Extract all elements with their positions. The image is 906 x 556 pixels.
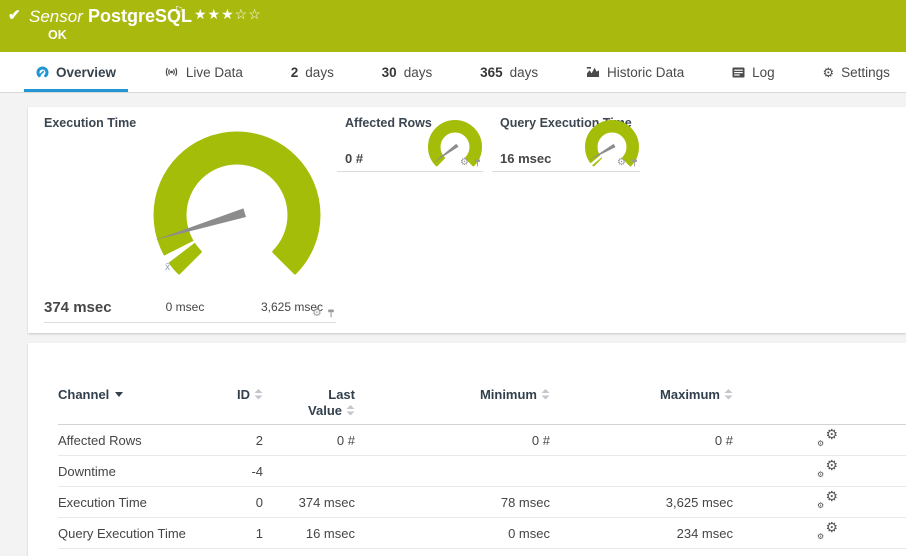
gauge-scale-min: 0 msec [165,300,205,314]
sort-icon [724,389,733,400]
channel-settings-gears-icon[interactable]: ⚙ ⚙ [817,458,838,479]
channel-id: 2 [255,432,263,448]
column-header-channel[interactable]: Channel [58,387,203,402]
channel-settings-gears-icon[interactable]: ⚙ ⚙ [817,520,838,541]
channels-panel: Channel ID Last Value Minimum Maximum Af… [28,343,906,556]
tab-label: Log [752,64,775,80]
tab-settings[interactable]: ⚙ Settings [810,52,901,92]
page-content: Execution Time x̄ 0 msec 3,625 msec 374 … [0,93,906,556]
gear-icon[interactable]: ⚙ [312,308,322,319]
channel-minimum: 0 msec [508,525,550,541]
channels-table: Channel ID Last Value Minimum Maximum Af… [58,381,906,549]
table-row: Affected Rows 2 0 # 0 # 0 # ⚙ ⚙ [58,425,906,456]
table-row: Query Execution Time 1 16 msec 0 msec 23… [58,518,906,549]
gear-icon[interactable]: ⚙ [617,158,626,168]
gauge-icon [36,66,49,77]
channel-minimum: 78 msec [500,494,550,510]
tab-30-days[interactable]: 30 days [370,52,445,92]
channel-maximum: 3,625 msec [665,494,733,510]
status-check-icon: ✔ [8,7,21,24]
table-header-row: Channel ID Last Value Minimum Maximum [58,381,906,425]
tab-label: days [403,64,433,80]
mini-gauge-actions: ⚙ [460,158,481,168]
tab-label: Historic Data [606,64,685,80]
sort-icon [541,389,550,400]
tab-number: 365 [480,64,503,80]
column-header-id[interactable]: ID [203,387,263,402]
channel-minimum: 0 # [531,432,550,448]
gear-icon: ⚙ [822,64,835,80]
tab-label: Overview [56,64,117,80]
table-row: Downtime -4 ⚙ ⚙ [58,456,906,487]
channel-settings-gears-icon[interactable]: ⚙ ⚙ [817,427,838,448]
channel-id: -4 [251,463,263,479]
column-header-maximum[interactable]: Maximum [550,387,733,402]
mini-gauge-query-execution-time: Query Execution Time 16 msec ⚙ [492,107,640,172]
gear-icon[interactable]: ⚙ [460,158,469,168]
execution-time-gauge [153,131,321,275]
tab-number: 2 [290,64,299,80]
tab-bar: Overview Live Data 2 days 30 days 365 da… [0,52,906,93]
sort-icon [254,389,263,400]
tab-historic-data[interactable]: Historic Data [574,52,696,92]
tab-live-data[interactable]: Live Data [152,52,255,92]
mini-gauge-value: 0 # [345,151,364,166]
sensor-header: ✔ Sensor PostgreSQL ⚐ ★★★☆☆ OK [0,0,906,52]
divider [44,322,336,323]
pin-icon[interactable] [327,309,335,318]
channel-name: Downtime [58,463,116,479]
channel-maximum: 0 # [714,432,733,448]
mini-gauge-affected-rows: Affected Rows 0 # ⚙ [337,107,483,172]
table-row: Execution Time 0 374 msec 78 msec 3,625 … [58,487,906,518]
priority-stars[interactable]: ★★★☆☆ [194,6,262,23]
mini-gauge-actions: ⚙ [617,158,638,168]
query-execution-time-gauge [585,120,639,167]
gauges-panel: Execution Time x̄ 0 msec 3,625 msec 374 … [28,107,906,333]
sort-desc-icon [115,392,124,397]
mini-gauge-value: 16 msec [500,151,552,166]
tab-label: days [509,64,539,80]
tab-2-days[interactable]: 2 days [279,52,346,92]
primary-gauge-value: 374 msec [44,299,112,316]
channel-name: Query Execution Time [58,525,186,541]
tab-label: days [305,64,334,80]
channel-settings-gears-icon[interactable]: ⚙ ⚙ [817,489,838,510]
affected-rows-gauge [428,120,482,167]
log-document-icon [732,67,745,77]
pin-icon[interactable] [474,159,481,167]
tab-label: Settings [841,64,890,80]
broadcast-icon [165,67,178,77]
column-header-last-value[interactable]: Last Value [263,387,355,419]
sensor-kind-label: Sensor [29,7,83,26]
channel-last-value: 374 msec [298,494,355,510]
primary-gauge-title: Execution Time [44,116,137,130]
channel-last-value: 16 msec [305,525,355,541]
tab-overview[interactable]: Overview [24,52,129,92]
channel-last-value: 0 # [336,432,355,448]
mini-gauge-title: Affected Rows [345,116,432,130]
tab-label: Live Data [185,64,243,80]
tab-log[interactable]: Log [720,52,787,92]
channel-name: Affected Rows [58,432,142,448]
channel-id: 0 [255,494,263,510]
tab-365-days[interactable]: 365 days [468,52,550,92]
flag-icon[interactable]: ⚐ [174,4,184,17]
channel-id: 1 [255,525,263,541]
tab-number: 30 [381,64,397,80]
pin-icon[interactable] [631,159,638,167]
sort-icon [346,405,355,416]
average-marker: x̄ [165,262,170,273]
status-badge: OK [48,28,67,42]
primary-gauge-actions: ⚙ [312,308,335,319]
area-chart-icon [586,67,599,77]
channel-maximum: 234 msec [676,525,733,541]
column-header-minimum[interactable]: Minimum [355,387,550,402]
channel-name: Execution Time [58,494,147,510]
